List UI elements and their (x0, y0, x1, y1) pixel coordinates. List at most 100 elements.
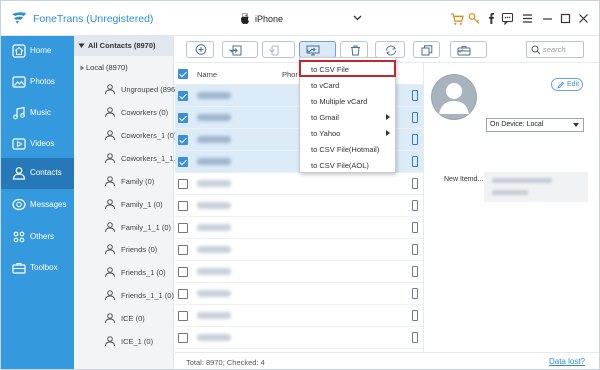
table-row[interactable] (175, 217, 423, 239)
redacted-contact-name (197, 334, 231, 341)
table-row[interactable] (175, 239, 423, 261)
dropdown-arrow-icon (573, 123, 579, 127)
add-contact-button[interactable] (186, 41, 214, 58)
maximize-icon[interactable] (559, 12, 572, 25)
group-person-icon (105, 290, 115, 301)
sidebar-item-label: Photos (30, 77, 55, 86)
duplicate-button[interactable] (413, 41, 440, 58)
group-item-label: Family (0) (121, 177, 155, 186)
redacted-contact-name (197, 224, 231, 231)
menu-item-label: to CSV File(Hotmail) (311, 145, 380, 154)
table-row[interactable] (175, 283, 423, 305)
sidebar-item-music[interactable]: Music (1, 98, 74, 129)
menu-item-csv-aol[interactable]: to CSV File(AOL) (300, 157, 395, 172)
key-icon[interactable] (468, 12, 481, 25)
sidebar-item-home[interactable]: Home (1, 36, 74, 67)
group-person-icon (105, 153, 115, 164)
menu-item-yahoo[interactable]: to Yahoo (300, 125, 395, 140)
row-checkbox[interactable] (178, 223, 188, 233)
table-row[interactable] (175, 261, 423, 283)
column-name-header[interactable]: Name (197, 70, 217, 79)
edit-contact-button[interactable]: Edit (551, 78, 583, 91)
table-row[interactable] (175, 173, 423, 195)
row-checkbox[interactable] (178, 245, 188, 255)
phone-icon (412, 222, 418, 233)
add-icon (195, 44, 207, 55)
row-checkbox[interactable] (178, 179, 188, 189)
on-device-value: On Device: Local (490, 121, 544, 128)
menu-item-vcard[interactable]: to vCard (300, 77, 395, 92)
phone-icon (412, 112, 418, 123)
column-phone-header[interactable]: Phor (282, 70, 298, 79)
on-device-select[interactable]: On Device: Local (486, 118, 584, 132)
sidebar-item-others[interactable]: Others (1, 222, 74, 253)
sidebar-item-photos[interactable]: Photos (1, 67, 74, 98)
device-selector[interactable]:  iPhone (235, 11, 365, 27)
menu-item-gmail[interactable]: to Gmail (300, 109, 395, 124)
row-checkbox[interactable] (178, 135, 188, 145)
group-item-label: Family_1 (0) (121, 200, 163, 209)
row-checkbox[interactable] (178, 91, 188, 101)
group-item-label: Coworkers (0) (121, 108, 169, 117)
menu-item-csv[interactable]: to CSV File (299, 60, 396, 77)
app-window: FoneTrans (Unregistered)  iPhone (0, 0, 600, 370)
home-icon (12, 44, 26, 58)
toolbox-button[interactable] (450, 41, 487, 58)
selection-status: Total: 8970; Checked: 4 (186, 358, 265, 367)
new-item-label: New Itemd... (444, 176, 484, 183)
redacted-contact-name (197, 92, 231, 99)
delete-button[interactable] (340, 41, 368, 58)
menu-item-multiple-vcard[interactable]: to Multiple vCard (300, 93, 395, 108)
search-input[interactable]: search (526, 41, 584, 58)
minimize-icon[interactable] (541, 12, 554, 25)
sidebar-item-contacts[interactable]: Contacts (1, 158, 74, 189)
refresh-button[interactable] (375, 41, 405, 58)
chevron-down-icon (269, 49, 275, 53)
submenu-arrow-icon (386, 114, 390, 120)
close-icon[interactable] (577, 12, 590, 25)
redacted-contact-name (197, 114, 231, 121)
feedback-icon[interactable] (501, 12, 514, 25)
redacted-contact-name (197, 268, 231, 275)
redacted-field (484, 172, 588, 202)
row-checkbox[interactable] (178, 333, 188, 343)
export-to-device-button[interactable] (262, 41, 295, 58)
table-row[interactable] (175, 305, 423, 327)
import-button[interactable] (222, 41, 258, 58)
cart-icon[interactable] (450, 12, 464, 26)
sidebar-item-label: Home (30, 46, 52, 55)
group-person-icon (105, 107, 115, 118)
group-all-contacts[interactable]: All Contacts (8970) (74, 36, 174, 56)
row-checkbox[interactable] (178, 289, 188, 299)
facebook-icon[interactable] (486, 12, 498, 25)
menu-icon[interactable] (521, 12, 534, 25)
sidebar-item-toolbox[interactable]: Toolbox (1, 253, 74, 284)
phone-icon (412, 156, 418, 167)
phone-icon (412, 244, 418, 255)
sidebar-item-videos[interactable]: Videos (1, 129, 74, 160)
group-person-icon (105, 199, 115, 210)
data-lost-link[interactable]: Data lost? (549, 357, 585, 366)
row-checkbox[interactable] (178, 113, 188, 123)
row-checkbox[interactable] (178, 311, 188, 321)
sidebar-item-label: Toolbox (30, 263, 58, 272)
phone-icon (412, 200, 418, 211)
menu-item-csv-hotmail[interactable]: to CSV File(Hotmail) (300, 141, 395, 156)
menu-item-label: to Multiple vCard (311, 97, 368, 106)
phone-icon (412, 266, 418, 277)
sidebar-item-messages[interactable]: Messages (1, 190, 74, 221)
row-checkbox[interactable] (178, 157, 188, 167)
table-row[interactable] (175, 195, 423, 217)
table-row[interactable] (175, 327, 423, 349)
export-to-pc-button[interactable] (299, 41, 336, 58)
group-local[interactable]: Local (8970) (86, 63, 128, 72)
row-checkbox[interactable] (178, 201, 188, 211)
chevron-down-icon (306, 49, 312, 53)
select-all-checkbox[interactable] (178, 69, 188, 79)
redacted-contact-name (197, 158, 231, 165)
expand-triangle-icon (80, 65, 85, 71)
row-checkbox[interactable] (178, 267, 188, 277)
phone-icon (412, 90, 418, 101)
toolbox-icon (12, 262, 26, 274)
group-person-icon (105, 313, 115, 324)
